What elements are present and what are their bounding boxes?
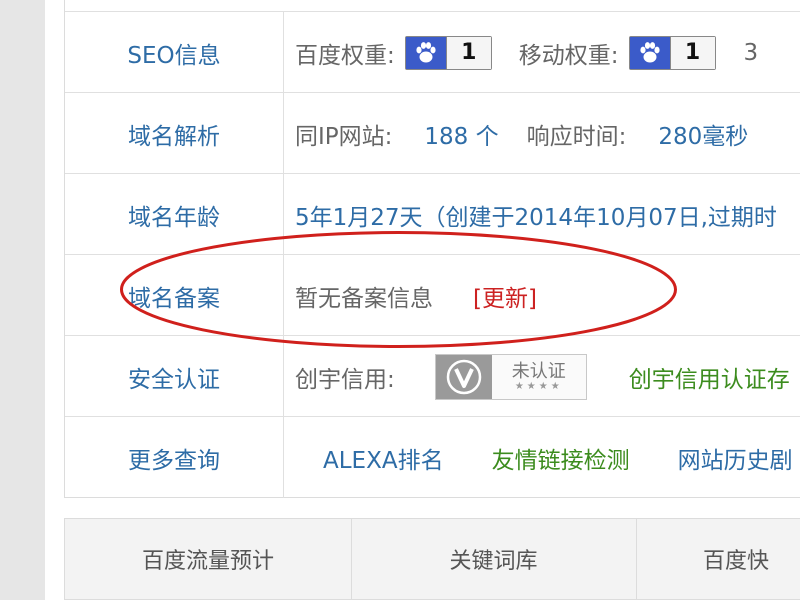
tab-keyword-library[interactable]: 关键词库 — [351, 519, 637, 599]
mobile-weight-badge[interactable]: 1 — [628, 35, 716, 70]
domain-info-table: SEO信息 百度权重: 1 移动权重: 1 3 域名解析 同IP网站: 188 … — [64, 0, 800, 498]
v-shield-icon — [435, 354, 492, 399]
cert-badge-dots: ★★★★ — [514, 380, 563, 392]
page-left-gutter — [0, 0, 45, 600]
icp-content: 暂无备案信息 [更新] — [295, 255, 537, 336]
seo-row: SEO信息 百度权重: 1 移动权重: 1 3 — [65, 11, 800, 93]
baidu-weight-value: 1 — [445, 36, 491, 69]
icp-update-link[interactable]: [更新] — [473, 279, 537, 313]
baidu-weight-label: 百度权重: — [295, 42, 395, 69]
paw-icon — [629, 36, 670, 69]
content-panel: SEO信息 百度权重: 1 移动权重: 1 3 域名解析 同IP网站: 188 … — [45, 0, 800, 600]
domain-age-label: 域名年龄 — [65, 174, 284, 255]
domain-age-content: 5年1月27天（创建于2014年10月07日,过期时 — [295, 174, 777, 255]
more-queries-label: 更多查询 — [65, 417, 284, 498]
more-queries-content: ALEXA排名 友情链接检测 网站历史剧 — [323, 417, 793, 498]
paw-icon — [405, 36, 446, 69]
seo-label: SEO信息 — [65, 12, 284, 93]
security-label: 安全认证 — [65, 336, 284, 417]
tab-baidu-traffic[interactable]: 百度流量预计 — [65, 519, 352, 599]
cy-credit-label: 创宇信用: — [295, 366, 395, 393]
dns-row: 域名解析 同IP网站: 188 个 响应时间: 280毫秒 — [65, 92, 800, 174]
icp-label: 域名备案 — [65, 255, 284, 336]
domain-age-row: 域名年龄 5年1月27天（创建于2014年10月07日,过期时 — [65, 173, 800, 255]
seo-content: 百度权重: 1 移动权重: 1 3 — [295, 12, 758, 93]
alexa-rank-link[interactable]: ALEXA排名 — [323, 441, 444, 475]
cert-badge[interactable]: 未认证 ★★★★ — [434, 353, 587, 400]
mobile-weight-value: 1 — [669, 36, 715, 69]
icp-status: 暂无备案信息 — [295, 285, 433, 312]
same-ip-label: 同IP网站: — [295, 123, 393, 150]
cert-badge-text: 未认证 — [511, 360, 566, 382]
dns-label: 域名解析 — [65, 93, 284, 174]
security-content: 创宇信用: 未认证 ★★★★ 创宇信用认证存 — [295, 336, 790, 417]
security-row: 安全认证 创宇信用: 未认证 ★★★★ 创宇信用认证存 — [65, 335, 800, 417]
mobile-weight-label: 移动权重: — [518, 42, 619, 69]
same-ip-link[interactable]: 188 个 — [424, 117, 498, 151]
baidu-weight-badge[interactable]: 1 — [404, 35, 492, 70]
bottom-tab-bar: 百度流量预计 关键词库 百度快 — [64, 518, 800, 600]
more-queries-row: 更多查询 ALEXA排名 友情链接检测 网站历史剧 — [65, 416, 800, 498]
tab-baidu-snapshot[interactable]: 百度快 — [636, 519, 800, 599]
site-history-link[interactable]: 网站历史剧 — [678, 441, 793, 475]
dns-content: 同IP网站: 188 个 响应时间: 280毫秒 — [295, 93, 748, 174]
domain-age-value: 5年1月27天（创建于2014年10月07日,过期时 — [295, 204, 777, 231]
response-time-value: 280毫秒 — [658, 123, 749, 150]
friend-link-check-link[interactable]: 友情链接检测 — [492, 441, 630, 475]
icp-row: 域名备案 暂无备案信息 [更新] — [65, 254, 800, 336]
response-time-label: 响应时间: — [526, 123, 627, 150]
seo-cut-text: 3 — [743, 39, 759, 66]
cy-cert-link[interactable]: 创宇信用认证存 — [629, 360, 790, 394]
